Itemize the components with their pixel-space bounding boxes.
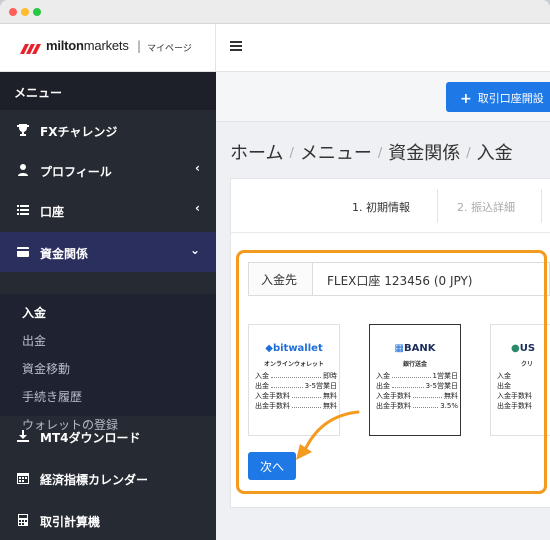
breadcrumb-menu[interactable]: メニュー — [300, 143, 372, 164]
chevron-left-icon: ‹ — [195, 201, 200, 215]
action-bar: + 取引口座開設 — [216, 72, 550, 122]
step-transfer-details: 2. 振込詳細 — [457, 201, 515, 214]
sidebar-item-label: 取引計算機 — [40, 515, 101, 529]
sidebar-item-label: MT4ダウンロード — [40, 431, 141, 445]
breadcrumb-deposit: 入金 — [476, 143, 513, 164]
submenu-transfer[interactable]: 資金移動 — [22, 360, 70, 377]
minimize-window-button[interactable] — [21, 8, 29, 16]
trophy-icon — [17, 124, 29, 136]
sidebar-item-mt4-download[interactable]: MT4ダウンロード — [0, 416, 216, 456]
mypage-label: マイページ — [147, 44, 192, 54]
breadcrumb-funds[interactable]: 資金関係 — [388, 143, 460, 164]
milton-logo-icon — [20, 44, 41, 54]
sidebar-item-label: 口座 — [40, 205, 65, 219]
breadcrumb: ホーム / メニュー / 資金関係 / 入金 — [230, 143, 513, 164]
open-trading-account-button[interactable]: + 取引口座開設 — [446, 82, 550, 112]
brand-name: miltonmarkets — [46, 38, 129, 53]
sidebar-item-funds[interactable]: 資金関係 ⌄ — [0, 232, 216, 272]
step-indicator: 1. 初期情報 2. 振込詳細 — [231, 179, 550, 233]
sidebar-item-label: FXチャレンジ — [40, 125, 118, 139]
breadcrumb-home[interactable]: ホーム — [230, 143, 283, 164]
hamburger-menu-icon[interactable] — [230, 41, 242, 51]
chevron-down-icon: ⌄ — [189, 243, 200, 257]
submenu-deposit[interactable]: 入金 — [22, 304, 46, 321]
sidebar-item-label: 経済指標カレンダー — [40, 473, 149, 487]
sidebar-item-label: 資金関係 — [40, 247, 89, 261]
funds-submenu: 入金 出金 資金移動 手続き履歴 ウォレットの登録 — [0, 294, 216, 432]
sidebar-item-label: プロフィール — [40, 165, 112, 179]
plus-icon: + — [460, 91, 472, 107]
browser-window: miltonmarkets | マイページ メニュー FXチャレンジ プロフィー… — [0, 0, 550, 540]
zoom-window-button[interactable] — [33, 8, 41, 16]
sidebar-item-calculator[interactable]: 取引計算機 — [0, 500, 216, 540]
sidebar-item-economic-calendar[interactable]: 経済指標カレンダー — [0, 458, 216, 498]
download-icon — [17, 430, 29, 442]
sidebar-item-profile[interactable]: プロフィール ‹ — [0, 150, 216, 190]
sidebar: miltonmarkets | マイページ メニュー FXチャレンジ プロフィー… — [0, 24, 216, 540]
sidebar-item-account[interactable]: 口座 ‹ — [0, 190, 216, 230]
chevron-left-icon: ‹ — [195, 161, 200, 175]
step-initial-info: 1. 初期情報 — [352, 201, 410, 214]
submenu-history[interactable]: 手続き履歴 — [22, 388, 82, 405]
calendar-icon — [17, 473, 29, 484]
user-icon — [18, 164, 28, 176]
wallet-icon — [17, 247, 29, 257]
submenu-withdraw[interactable]: 出金 — [22, 332, 46, 349]
menu-header: メニュー — [0, 72, 216, 110]
sidebar-item-fx-challenge[interactable]: FXチャレンジ — [0, 110, 216, 150]
top-bar — [216, 24, 550, 72]
list-icon — [17, 205, 29, 215]
brand-separator: | — [137, 39, 142, 53]
highlight-frame — [236, 250, 547, 494]
brand-header[interactable]: miltonmarkets | マイページ — [0, 24, 216, 72]
close-window-button[interactable] — [9, 8, 17, 16]
title-bar — [0, 0, 550, 24]
calculator-icon — [18, 514, 28, 526]
